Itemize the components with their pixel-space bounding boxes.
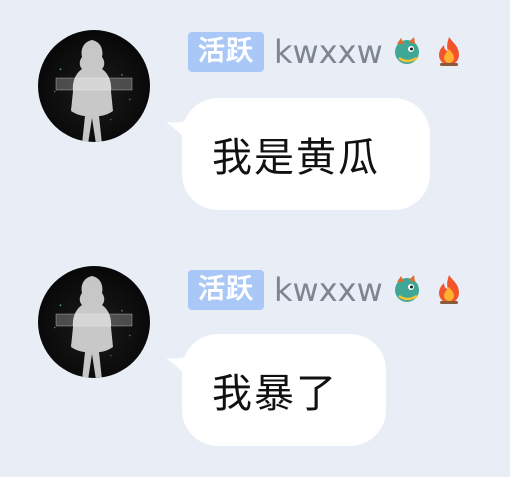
username[interactable]: kwxxw xyxy=(274,270,383,310)
chat-message: 活跃 kwxxw 我暴了 xyxy=(0,0,510,477)
dragon-icon xyxy=(394,275,419,302)
message-text: 我暴了 xyxy=(212,371,338,417)
fire-icon xyxy=(438,275,459,304)
avatar[interactable] xyxy=(38,266,150,378)
message-bubble[interactable]: 我暴了 xyxy=(166,334,386,446)
active-badge: 活跃 xyxy=(188,270,264,310)
sender-row: 活跃 kwxxw xyxy=(188,270,467,310)
avatar-figure-icon xyxy=(55,276,133,378)
chat-view: 活跃 kwxxw 我是黄瓜 活跃 kwxxw 我暴了 xyxy=(0,0,510,477)
bubble-tail xyxy=(166,354,192,382)
